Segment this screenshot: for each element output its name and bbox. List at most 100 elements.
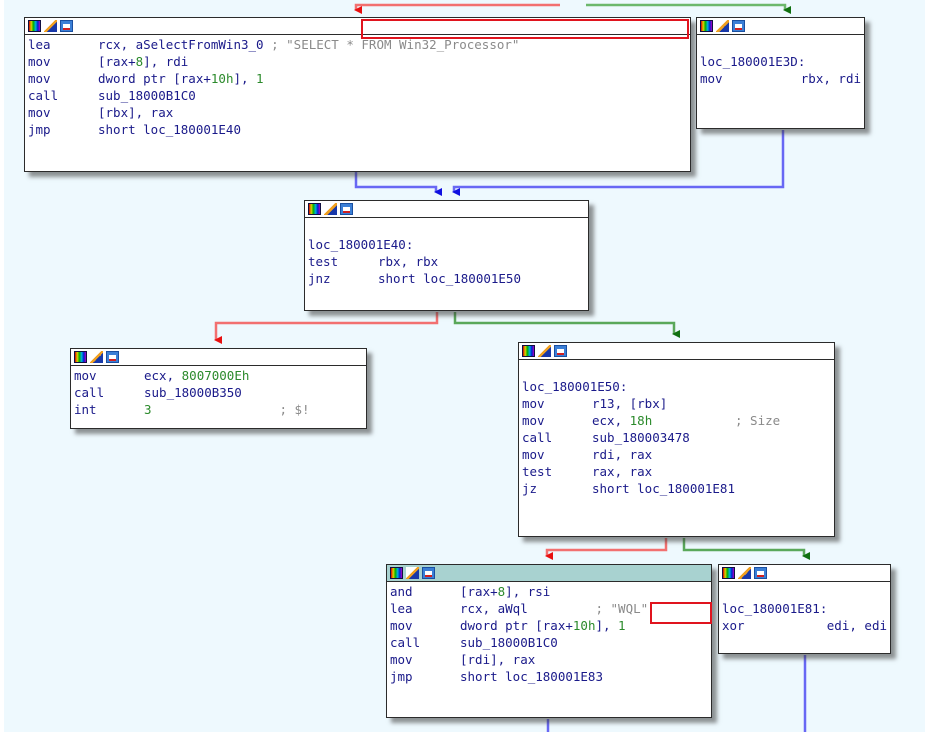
comment[interactable]: ; $! xyxy=(152,402,309,417)
immediate-value[interactable]: 1 xyxy=(256,71,264,86)
instruction-line[interactable]: mov [rdi], rax xyxy=(390,651,708,668)
instruction-line[interactable]: mov dword ptr [rax+10h], 1 xyxy=(28,70,687,87)
operand[interactable]: short loc_180001E50 xyxy=(378,271,521,286)
graph-overview-icon[interactable] xyxy=(554,345,567,357)
instruction-line[interactable]: test rbx, rbx xyxy=(308,253,585,270)
graph-overview-icon[interactable] xyxy=(732,20,745,32)
mnemonic[interactable]: test xyxy=(522,463,592,480)
operand[interactable]: rax, rax xyxy=(592,464,652,479)
operand[interactable]: ], rsi xyxy=(505,584,550,599)
operand[interactable]: [rdi], rax xyxy=(460,652,535,667)
operand[interactable]: rcx, aWql xyxy=(460,601,595,616)
label-line[interactable]: loc_180001E40: xyxy=(308,236,585,253)
instruction-line[interactable]: mov [rbx], rax xyxy=(28,104,687,121)
block-label[interactable]: loc_180001E3D: xyxy=(700,53,805,70)
code-block-e[interactable]: loc_180001E50: mov r13, [rbx] mov ecx, 18h ;… xyxy=(518,342,835,537)
instruction-line[interactable]: call sub_180003478 xyxy=(522,429,831,446)
block-label[interactable]: loc_180001E50: xyxy=(522,378,627,395)
edit-pencil-icon[interactable] xyxy=(716,20,729,32)
mnemonic[interactable]: jz xyxy=(522,480,592,497)
code-block-f-selected[interactable]: and [rax+8], rsi lea rcx, aWql ; "WQL" mov dw… xyxy=(386,564,712,718)
edit-pencil-icon[interactable] xyxy=(738,567,751,579)
graph-overview-icon[interactable] xyxy=(340,203,353,215)
instruction-line[interactable]: jnz short loc_180001E50 xyxy=(308,270,585,287)
instruction-line[interactable]: call sub_18000B1C0 xyxy=(28,87,687,104)
mnemonic[interactable]: mov xyxy=(522,412,592,429)
edit-pencil-icon[interactable] xyxy=(538,345,551,357)
instruction-line[interactable]: and [rax+8], rsi xyxy=(390,583,708,600)
instruction-line[interactable]: int 3 ; $! xyxy=(74,401,363,418)
mnemonic[interactable]: mov xyxy=(522,395,592,412)
mnemonic[interactable]: mov xyxy=(28,104,98,121)
mnemonic[interactable]: int xyxy=(74,401,144,418)
comment[interactable]: ; "SELECT * FROM Win32_Processor" xyxy=(271,37,519,52)
instruction-line[interactable]: mov r13, [rbx] xyxy=(522,395,831,412)
operand[interactable]: [rax+ xyxy=(98,54,136,69)
operand[interactable]: sub_180003478 xyxy=(592,430,690,445)
operand[interactable]: short loc_180001E81 xyxy=(592,481,735,496)
operand[interactable]: ecx, xyxy=(144,368,182,383)
block-label[interactable]: loc_180001E81: xyxy=(722,600,827,617)
color-palette-icon[interactable] xyxy=(722,567,735,579)
mnemonic[interactable]: mov xyxy=(390,617,460,634)
code-block-c[interactable]: loc_180001E40: test rbx, rbx jnz short loc_1… xyxy=(304,200,589,311)
instruction-line[interactable]: jz short loc_180001E81 xyxy=(522,480,831,497)
immediate-value[interactable]: 10h xyxy=(573,618,596,633)
operand[interactable]: short loc_180001E83 xyxy=(460,669,603,684)
mnemonic[interactable]: test xyxy=(308,253,378,270)
immediate-value[interactable]: 8007000Eh xyxy=(182,368,250,383)
instruction-line[interactable]: xor edi, edi xyxy=(722,617,887,634)
instruction-line[interactable]: mov [rax+8], rdi xyxy=(28,53,687,70)
instruction-line[interactable]: call sub_18000B1C0 xyxy=(390,634,708,651)
operand[interactable]: rbx, rdi xyxy=(763,71,861,86)
operand[interactable]: dword ptr [rax+ xyxy=(98,71,211,86)
immediate-value[interactable]: 3 xyxy=(144,402,152,417)
instruction-line[interactable]: mov ecx, 8007000Eh xyxy=(74,367,363,384)
color-palette-icon[interactable] xyxy=(700,20,713,32)
mnemonic[interactable]: call xyxy=(74,384,144,401)
mnemonic[interactable]: mov xyxy=(522,446,592,463)
operand[interactable]: sub_18000B350 xyxy=(144,385,242,400)
mnemonic[interactable]: call xyxy=(522,429,592,446)
operand[interactable]: r13, [rbx] xyxy=(592,396,667,411)
edit-pencil-icon[interactable] xyxy=(44,20,57,32)
graph-overview-icon[interactable] xyxy=(754,567,767,579)
operand[interactable]: [rax+ xyxy=(460,584,498,599)
operand[interactable]: ], xyxy=(233,71,256,86)
edit-pencil-icon[interactable] xyxy=(90,351,103,363)
instruction-line[interactable]: jmp short loc_180001E40 xyxy=(28,121,687,138)
mnemonic[interactable]: mov xyxy=(28,53,98,70)
mnemonic[interactable]: jnz xyxy=(308,270,378,287)
code-block-d[interactable]: mov ecx, 8007000Eh call sub_18000B350 int 3 ;… xyxy=(70,348,367,429)
instruction-line[interactable]: jmp short loc_180001E83 xyxy=(390,668,708,685)
label-line[interactable]: loc_180001E81: xyxy=(722,600,887,617)
graph-overview-icon[interactable] xyxy=(60,20,73,32)
code-block-b[interactable]: loc_180001E3D: mov rbx, rdi xyxy=(696,17,865,129)
color-palette-icon[interactable] xyxy=(28,20,41,32)
graph-overview-icon[interactable] xyxy=(422,567,435,579)
mnemonic[interactable]: call xyxy=(28,87,98,104)
instruction-line[interactable]: call sub_18000B350 xyxy=(74,384,363,401)
mnemonic[interactable]: jmp xyxy=(390,668,460,685)
instruction-line[interactable]: mov rbx, rdi xyxy=(700,70,861,87)
mnemonic[interactable]: mov xyxy=(390,651,460,668)
edit-pencil-icon[interactable] xyxy=(324,203,337,215)
immediate-value[interactable]: 1 xyxy=(618,618,626,633)
code-block-a[interactable]: lea rcx, aSelectFromWin3_0 ; "SELECT * FR… xyxy=(24,17,691,172)
mnemonic[interactable]: jmp xyxy=(28,121,98,138)
instruction-line[interactable]: mov ecx, 18h ; Size xyxy=(522,412,831,429)
immediate-value[interactable]: 18h xyxy=(630,413,653,428)
color-palette-icon[interactable] xyxy=(74,351,87,363)
mnemonic[interactable]: xor xyxy=(722,617,789,634)
mnemonic[interactable]: and xyxy=(390,583,460,600)
mnemonic[interactable]: call xyxy=(390,634,460,651)
mnemonic[interactable]: lea xyxy=(390,600,460,617)
operand[interactable]: ], xyxy=(595,618,618,633)
operand[interactable]: dword ptr [rax+ xyxy=(460,618,573,633)
operand[interactable]: sub_18000B1C0 xyxy=(460,635,558,650)
operand[interactable]: ], rdi xyxy=(143,54,188,69)
instruction-line[interactable]: test rax, rax xyxy=(522,463,831,480)
color-palette-icon[interactable] xyxy=(522,345,535,357)
mnemonic[interactable]: mov xyxy=(700,70,763,87)
code-block-g[interactable]: loc_180001E81: xor edi, edi xyxy=(718,564,891,654)
